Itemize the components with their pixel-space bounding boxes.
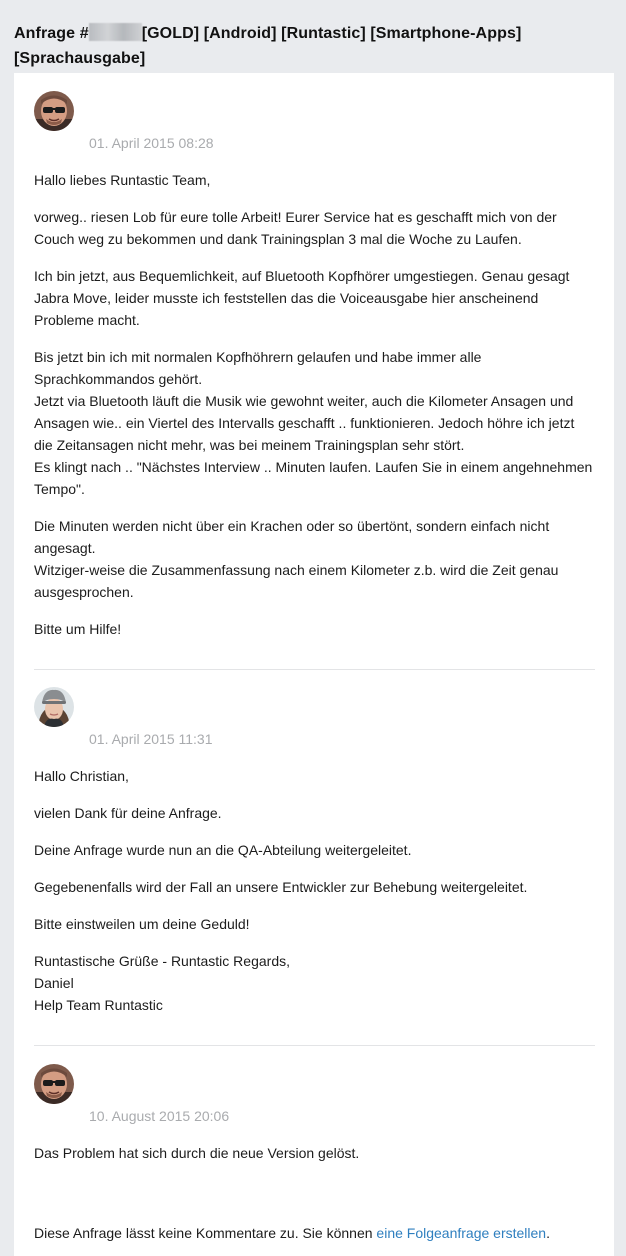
comment-divider [34,1045,595,1046]
female-agent-avatar-icon [34,687,74,727]
comment-paragraph: Hallo Christian, [34,768,129,784]
comment-paragraph: Deine Anfrage wurde nun an die QA-Abteil… [34,842,412,858]
closed-request-period: . [546,1225,550,1241]
conversation-panel: 01. April 2015 08:28 Hallo liebes Runtas… [14,73,614,1256]
request-title-prefix: Anfrage # [14,24,89,42]
comment-paragraph: Bitte um Hilfe! [34,621,122,637]
create-followup-link[interactable]: eine Folgeanfrage erstellen [376,1225,546,1241]
comment-body: Das Problem hat sich durch die neue Vers… [34,1142,595,1179]
comment-date: 01. April 2015 08:28 [89,135,214,151]
comment-date: 10. August 2015 20:06 [89,1108,230,1124]
redacted-request-number [88,22,142,41]
comment-paragraph: vielen Dank für deine Anfrage. [34,805,222,821]
comment-body: Hallo Christian, vielen Dank für deine A… [34,765,595,1031]
comment-paragraph: Bitte einstweilen um deine Geduld! [34,916,250,932]
closed-request-text: Diese Anfrage lässt keine Kommentare zu.… [34,1225,377,1241]
comment-paragraph: Gegebenenfalls wird der Fall an unsere E… [34,879,528,895]
comment-paragraph: Runtastische Grüße - Runtastic Regards, … [34,953,290,1013]
comment-paragraph: Bis jetzt bin ich mit normalen Kopfhöhre… [34,349,593,497]
male-user-avatar-icon [34,1064,74,1104]
comment-paragraph: Ich bin jetzt, aus Bequemlichkeit, auf B… [34,268,570,328]
male-user-avatar-icon [34,91,74,131]
comment-date: 01. April 2015 11:31 [89,731,213,747]
comment-paragraph: Hallo liebes Runtastic Team, [34,172,211,188]
comment-paragraph: vorweg.. riesen Lob für eure tolle Arbei… [34,209,557,247]
closed-request-notice: Diese Anfrage lässt keine Kommentare zu.… [34,1222,604,1244]
comment-paragraph: Das Problem hat sich durch die neue Vers… [34,1145,360,1161]
comment-divider [34,669,595,670]
request-title: Anfrage # [GOLD] [Android] [Runtastic] [S… [14,21,614,71]
comment-paragraph: Die Minuten werden nicht über ein Krache… [34,518,559,600]
comment-body: Hallo liebes Runtastic Team, vorweg.. ri… [34,169,595,655]
